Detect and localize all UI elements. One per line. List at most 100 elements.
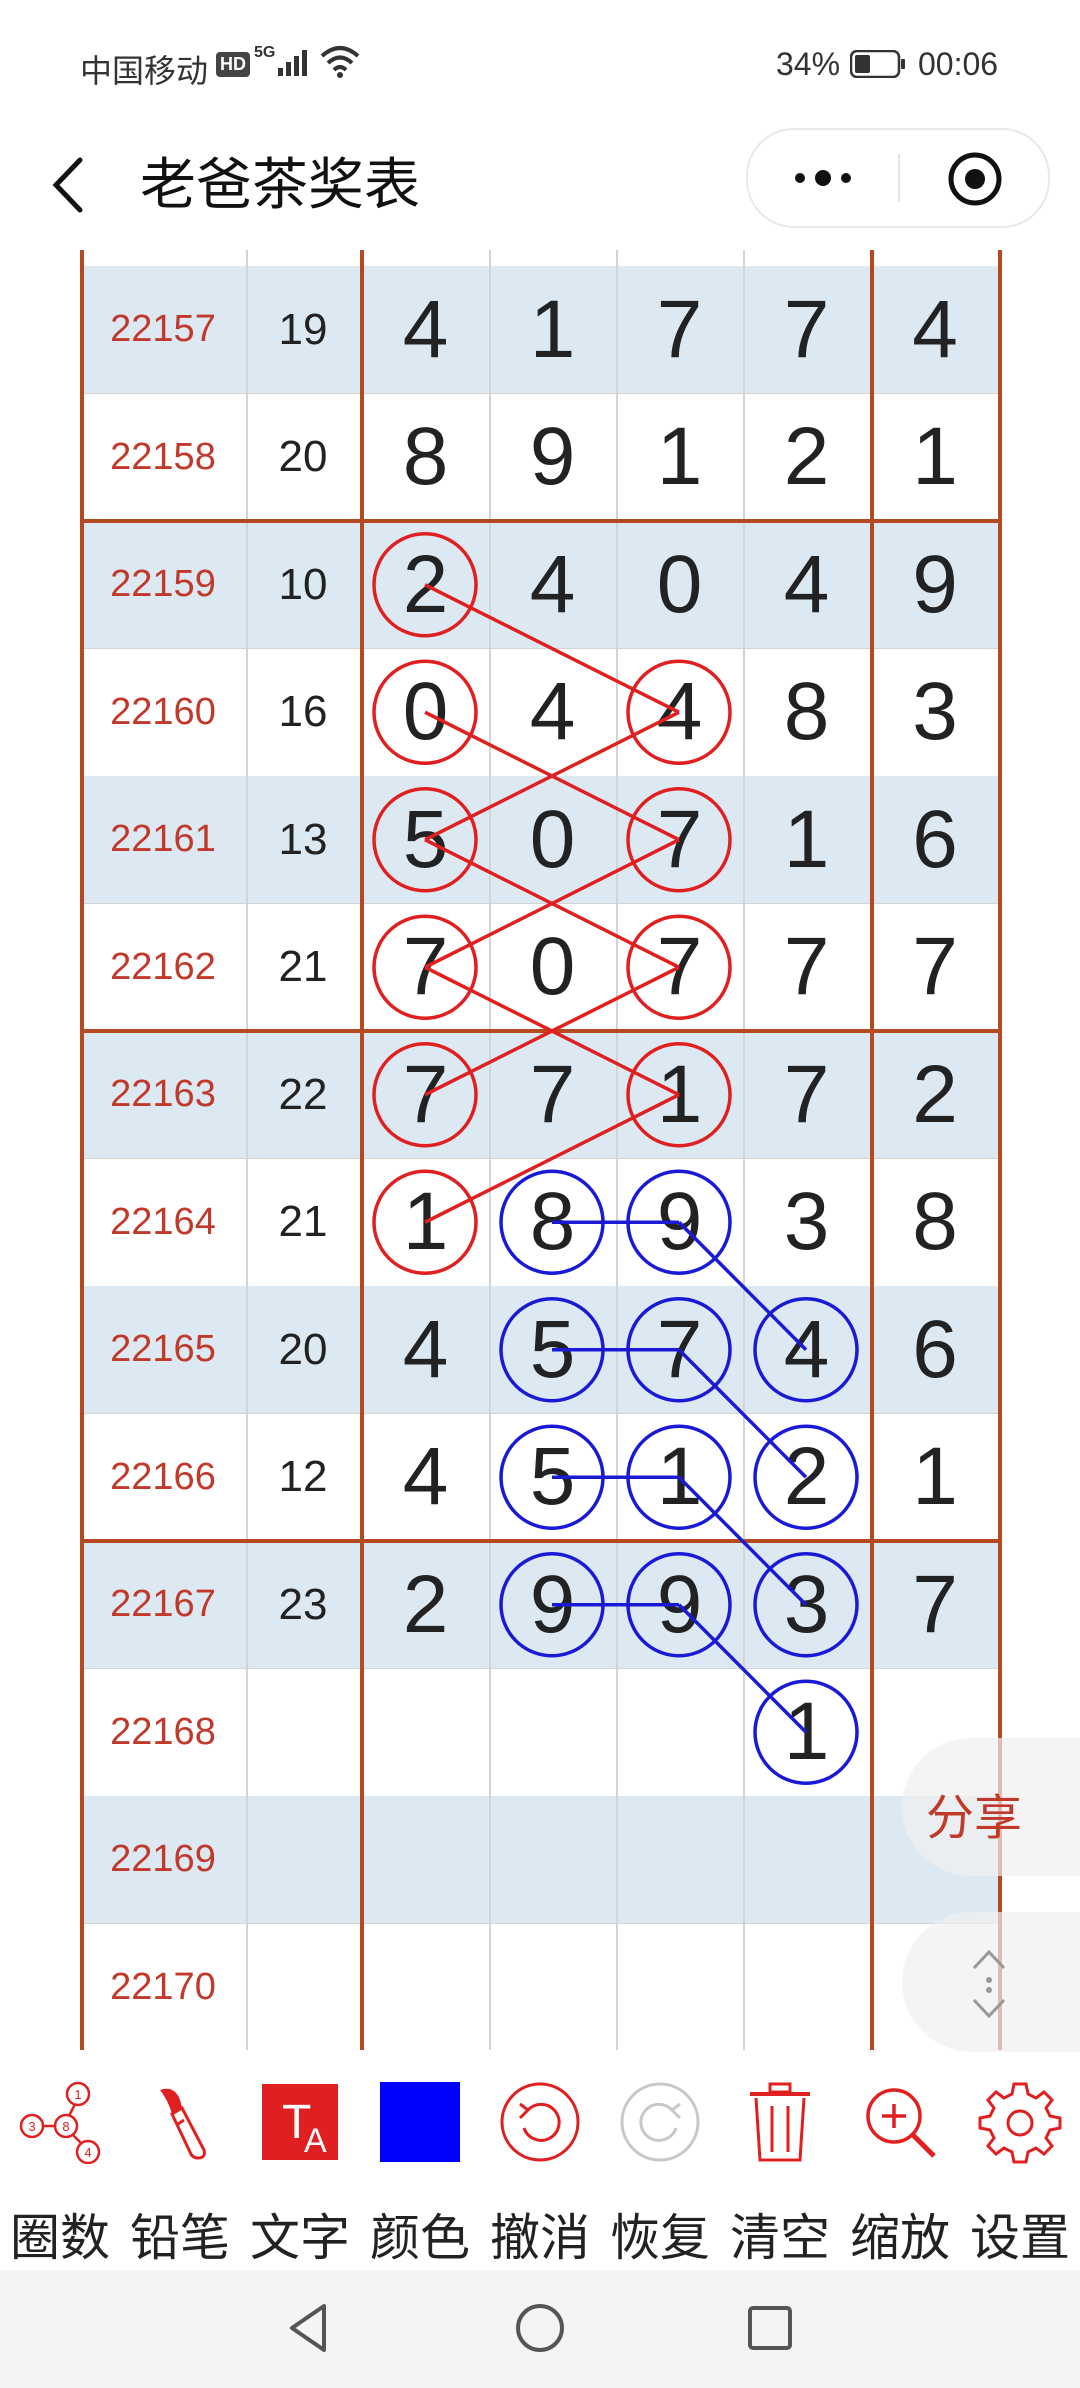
digit-cell[interactable]: 2	[743, 394, 870, 521]
digit-cell[interactable]	[743, 1924, 870, 2051]
back-arrow-icon[interactable]	[40, 150, 100, 220]
tool-zoom[interactable]: 缩放	[840, 2060, 960, 2270]
extra-digit-cell[interactable]: 2	[872, 1031, 998, 1158]
digit-cell[interactable]: 0	[362, 649, 489, 776]
table-row[interactable]: 22157 19 4 1 7 7 4	[80, 266, 1000, 395]
extra-digit-cell[interactable]: 7	[872, 904, 998, 1031]
scroll-toggle-button[interactable]	[902, 1912, 1080, 2052]
digit-cell[interactable]: 8	[489, 1159, 616, 1286]
digit-cell[interactable]	[489, 1669, 616, 1796]
digit-cell[interactable]: 5	[489, 1286, 616, 1413]
table-row[interactable]: 22161 13 5 0 7 1 6	[80, 776, 1000, 905]
table-row[interactable]: 22170	[80, 1923, 1000, 2051]
digit-cell[interactable]	[362, 1669, 489, 1796]
nav-home-icon[interactable]	[512, 2300, 568, 2356]
table-row[interactable]: 22162 21 7 0 7 7 7	[80, 903, 1000, 1033]
table-row[interactable]: 22164 21 1 8 9 3 8	[80, 1158, 1000, 1288]
digit-cell[interactable]: 1	[362, 1159, 489, 1286]
digit-cell[interactable]: 5	[489, 1414, 616, 1541]
tool-redo[interactable]: 恢复	[600, 2060, 720, 2270]
digit-cell[interactable]	[489, 1924, 616, 2051]
tool-circle-numbers[interactable]: 1 3 84 圈数	[0, 2060, 120, 2270]
nav-back-icon[interactable]	[282, 2300, 338, 2356]
tool-settings[interactable]: 设置	[960, 2060, 1080, 2270]
table-row[interactable]: 22158 20 8 9 1 2 1	[80, 393, 1000, 523]
tool-label: 恢复	[610, 2210, 710, 2266]
tool-color[interactable]: 颜色	[360, 2060, 480, 2270]
digit-cell[interactable]: 7	[489, 1031, 616, 1158]
share-button[interactable]: 分享	[902, 1738, 1080, 1876]
digit-cell[interactable]: 9	[616, 1159, 743, 1286]
table-row[interactable]: 22163 22 7 7 1 7 2	[80, 1031, 1000, 1160]
digit-cell[interactable]: 2	[743, 1414, 870, 1541]
close-miniprogram-icon[interactable]	[946, 150, 1004, 208]
digit-cell[interactable]: 7	[362, 1031, 489, 1158]
table-row[interactable]: 22167 23 2 9 9 3 7	[80, 1541, 1000, 1670]
extra-digit-cell[interactable]: 3	[872, 649, 998, 776]
digit-cell[interactable]: 9	[489, 394, 616, 521]
digit-cell[interactable]: 1	[616, 1031, 743, 1158]
digit-cell[interactable]: 7	[743, 1031, 870, 1158]
digit-cell[interactable]: 0	[616, 521, 743, 648]
digit-cell[interactable]: 4	[616, 649, 743, 776]
digit-cell[interactable]	[616, 1924, 743, 2051]
digit-cell[interactable]	[362, 1796, 489, 1923]
tool-clear[interactable]: 清空	[720, 2060, 840, 2270]
extra-digit-cell[interactable]: 6	[872, 776, 998, 903]
table-row[interactable]: 22169	[80, 1796, 1000, 1925]
digit-cell[interactable]: 9	[616, 1541, 743, 1668]
digit-cell[interactable]: 7	[362, 904, 489, 1031]
extra-digit-cell[interactable]: 1	[872, 394, 998, 521]
digit-cell[interactable]: 7	[616, 904, 743, 1031]
digit-cell[interactable]: 2	[362, 521, 489, 648]
digit-cell[interactable]: 0	[489, 776, 616, 903]
digit-cell[interactable]: 7	[743, 904, 870, 1031]
table-row[interactable]: 22168 1	[80, 1668, 1000, 1798]
tool-text[interactable]: T A 文字	[240, 2060, 360, 2270]
tool-undo[interactable]: 撤消	[480, 2060, 600, 2270]
digit-cell[interactable]	[743, 1796, 870, 1923]
extra-digit-cell[interactable]: 4	[872, 266, 998, 393]
digit-cell[interactable]: 4	[743, 1286, 870, 1413]
digit-cell[interactable]: 0	[489, 904, 616, 1031]
sum-cell: 13	[278, 814, 328, 864]
tool-pencil[interactable]: 铅笔	[120, 2060, 240, 2270]
digit-cell[interactable]: 7	[616, 776, 743, 903]
digit-cell[interactable]: 8	[743, 649, 870, 776]
table-row[interactable]: 22166 12 4 5 1 2 1	[80, 1413, 1000, 1543]
digit-cell[interactable]: 4	[743, 521, 870, 648]
digit-cell[interactable]: 1	[616, 1414, 743, 1541]
digit-cell[interactable]: 3	[743, 1159, 870, 1286]
digit-cell[interactable]	[616, 1669, 743, 1796]
digit-cell[interactable]: 1	[743, 776, 870, 903]
extra-digit-cell[interactable]: 7	[872, 1541, 998, 1668]
table-row[interactable]: 22165 20 4 5 7 4 6	[80, 1286, 1000, 1415]
digit-cell[interactable]	[616, 1796, 743, 1923]
extra-digit-cell[interactable]: 8	[872, 1159, 998, 1286]
more-icon[interactable]	[788, 160, 858, 196]
table-row[interactable]: 22160 16 0 4 4 8 3	[80, 648, 1000, 778]
digit-cell[interactable]: 4	[362, 1414, 489, 1541]
digit-cell[interactable]: 1	[489, 266, 616, 393]
extra-digit-cell[interactable]: 6	[872, 1286, 998, 1413]
digit-cell[interactable]: 1	[743, 1669, 870, 1796]
digit-cell[interactable]: 2	[362, 1541, 489, 1668]
digit-cell[interactable]: 9	[489, 1541, 616, 1668]
digit-cell[interactable]: 4	[362, 1286, 489, 1413]
digit-cell[interactable]: 3	[743, 1541, 870, 1668]
digit-cell[interactable]: 7	[743, 266, 870, 393]
digit-cell[interactable]: 7	[616, 266, 743, 393]
extra-digit-cell[interactable]: 9	[872, 521, 998, 648]
nav-recents-icon[interactable]	[742, 2300, 798, 2356]
digit-cell[interactable]	[362, 1924, 489, 2051]
digit-cell[interactable]: 7	[616, 1286, 743, 1413]
digit-cell[interactable]: 1	[616, 394, 743, 521]
digit-cell[interactable]: 4	[489, 521, 616, 648]
table-row[interactable]: 22159 10 2 4 0 4 9	[80, 521, 1000, 650]
extra-digit-cell[interactable]: 1	[872, 1414, 998, 1541]
digit-cell[interactable]	[489, 1796, 616, 1923]
digit-cell[interactable]: 4	[489, 649, 616, 776]
digit-cell[interactable]: 4	[362, 266, 489, 393]
digit-cell[interactable]: 8	[362, 394, 489, 521]
digit-cell[interactable]: 5	[362, 776, 489, 903]
